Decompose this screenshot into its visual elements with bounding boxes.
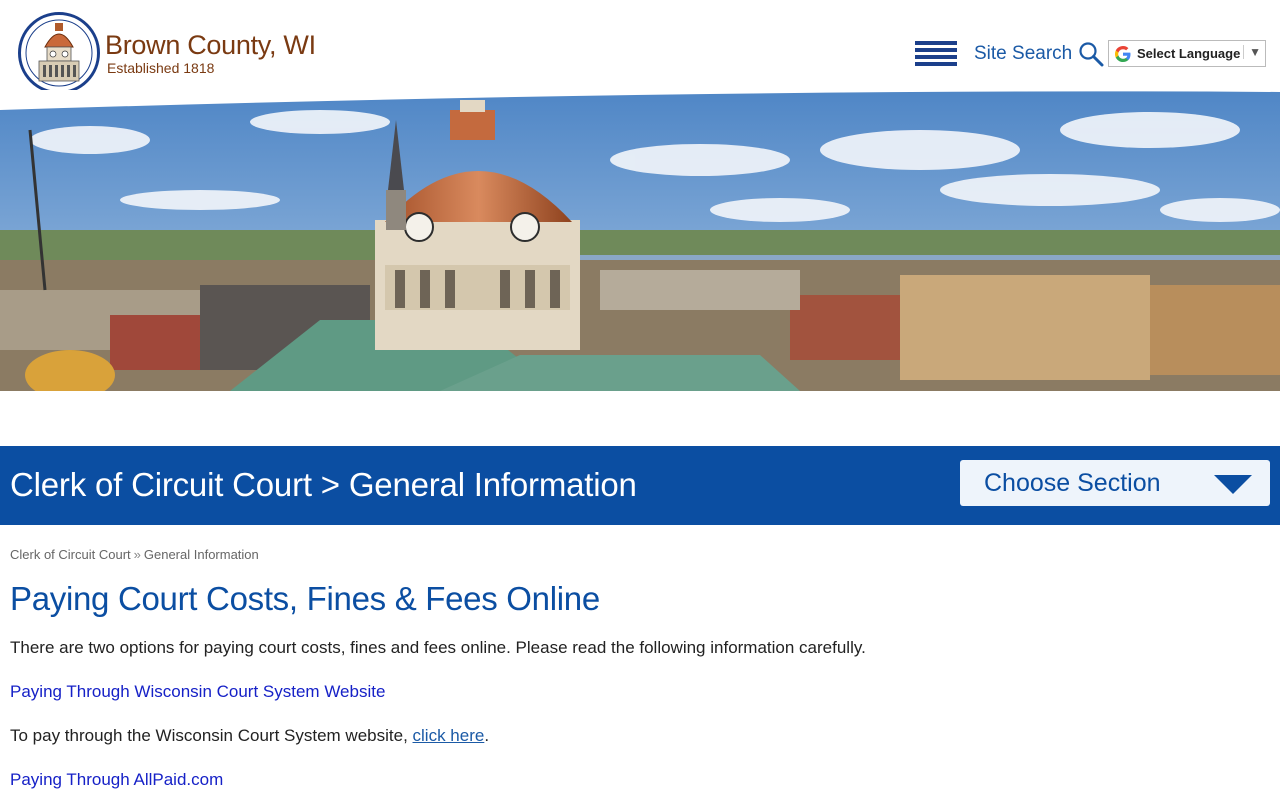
site-search-label: Site Search <box>974 43 1073 64</box>
breadcrumb: Clerk of Circuit Court» General Informati… <box>10 547 259 562</box>
search-icon <box>1079 42 1104 67</box>
language-select-label: Select Language <box>1137 46 1241 61</box>
wisconsin-court-system-link[interactable]: Paying Through Wisconsin Court System We… <box>10 682 385 702</box>
google-g-icon <box>1115 45 1131 62</box>
site-search-button[interactable]: Site Search <box>974 41 1104 67</box>
option1-text: To pay through the Wisconsin Court Syste… <box>10 726 413 745</box>
option1-paragraph: To pay through the Wisconsin Court Syste… <box>10 726 489 746</box>
allpaid-link[interactable]: Paying Through AllPaid.com <box>10 770 223 790</box>
site-title[interactable]: Brown County, WI <box>105 30 316 60</box>
intro-paragraph: There are two options for paying court c… <box>10 638 866 657</box>
click-here-link[interactable]: click here <box>413 726 485 745</box>
chevron-down-icon <box>1214 475 1252 494</box>
page-title: Clerk of Circuit Court > General Informa… <box>10 466 637 503</box>
choose-section-label: Choose Section <box>984 469 1161 497</box>
breadcrumb-item-general-information[interactable]: General Information <box>144 547 259 562</box>
hamburger-menu-icon[interactable] <box>915 41 957 67</box>
courthouse-seal-icon <box>23 17 95 89</box>
language-select[interactable]: Select Language ▼ <box>1108 40 1266 67</box>
county-seal-logo[interactable] <box>18 12 100 94</box>
dropdown-arrow-icon: ▼ <box>1243 45 1261 59</box>
page-title-band: Clerk of Circuit Court > General Informa… <box>0 446 1280 525</box>
choose-section-dropdown[interactable]: Choose Section <box>960 460 1270 506</box>
breadcrumb-separator: » <box>133 547 141 562</box>
site-subtitle: Established 1818 <box>107 60 215 76</box>
breadcrumb-item-clerk[interactable]: Clerk of Circuit Court <box>10 547 131 562</box>
courthouse-skyline-image <box>0 90 1280 391</box>
content-title: Paying Court Costs, Fines & Fees Online <box>10 580 600 617</box>
hero-banner-image <box>0 90 1280 391</box>
site-brand[interactable]: Brown County, WI Established 1818 <box>105 30 316 76</box>
option1-text-end: . <box>484 726 490 745</box>
